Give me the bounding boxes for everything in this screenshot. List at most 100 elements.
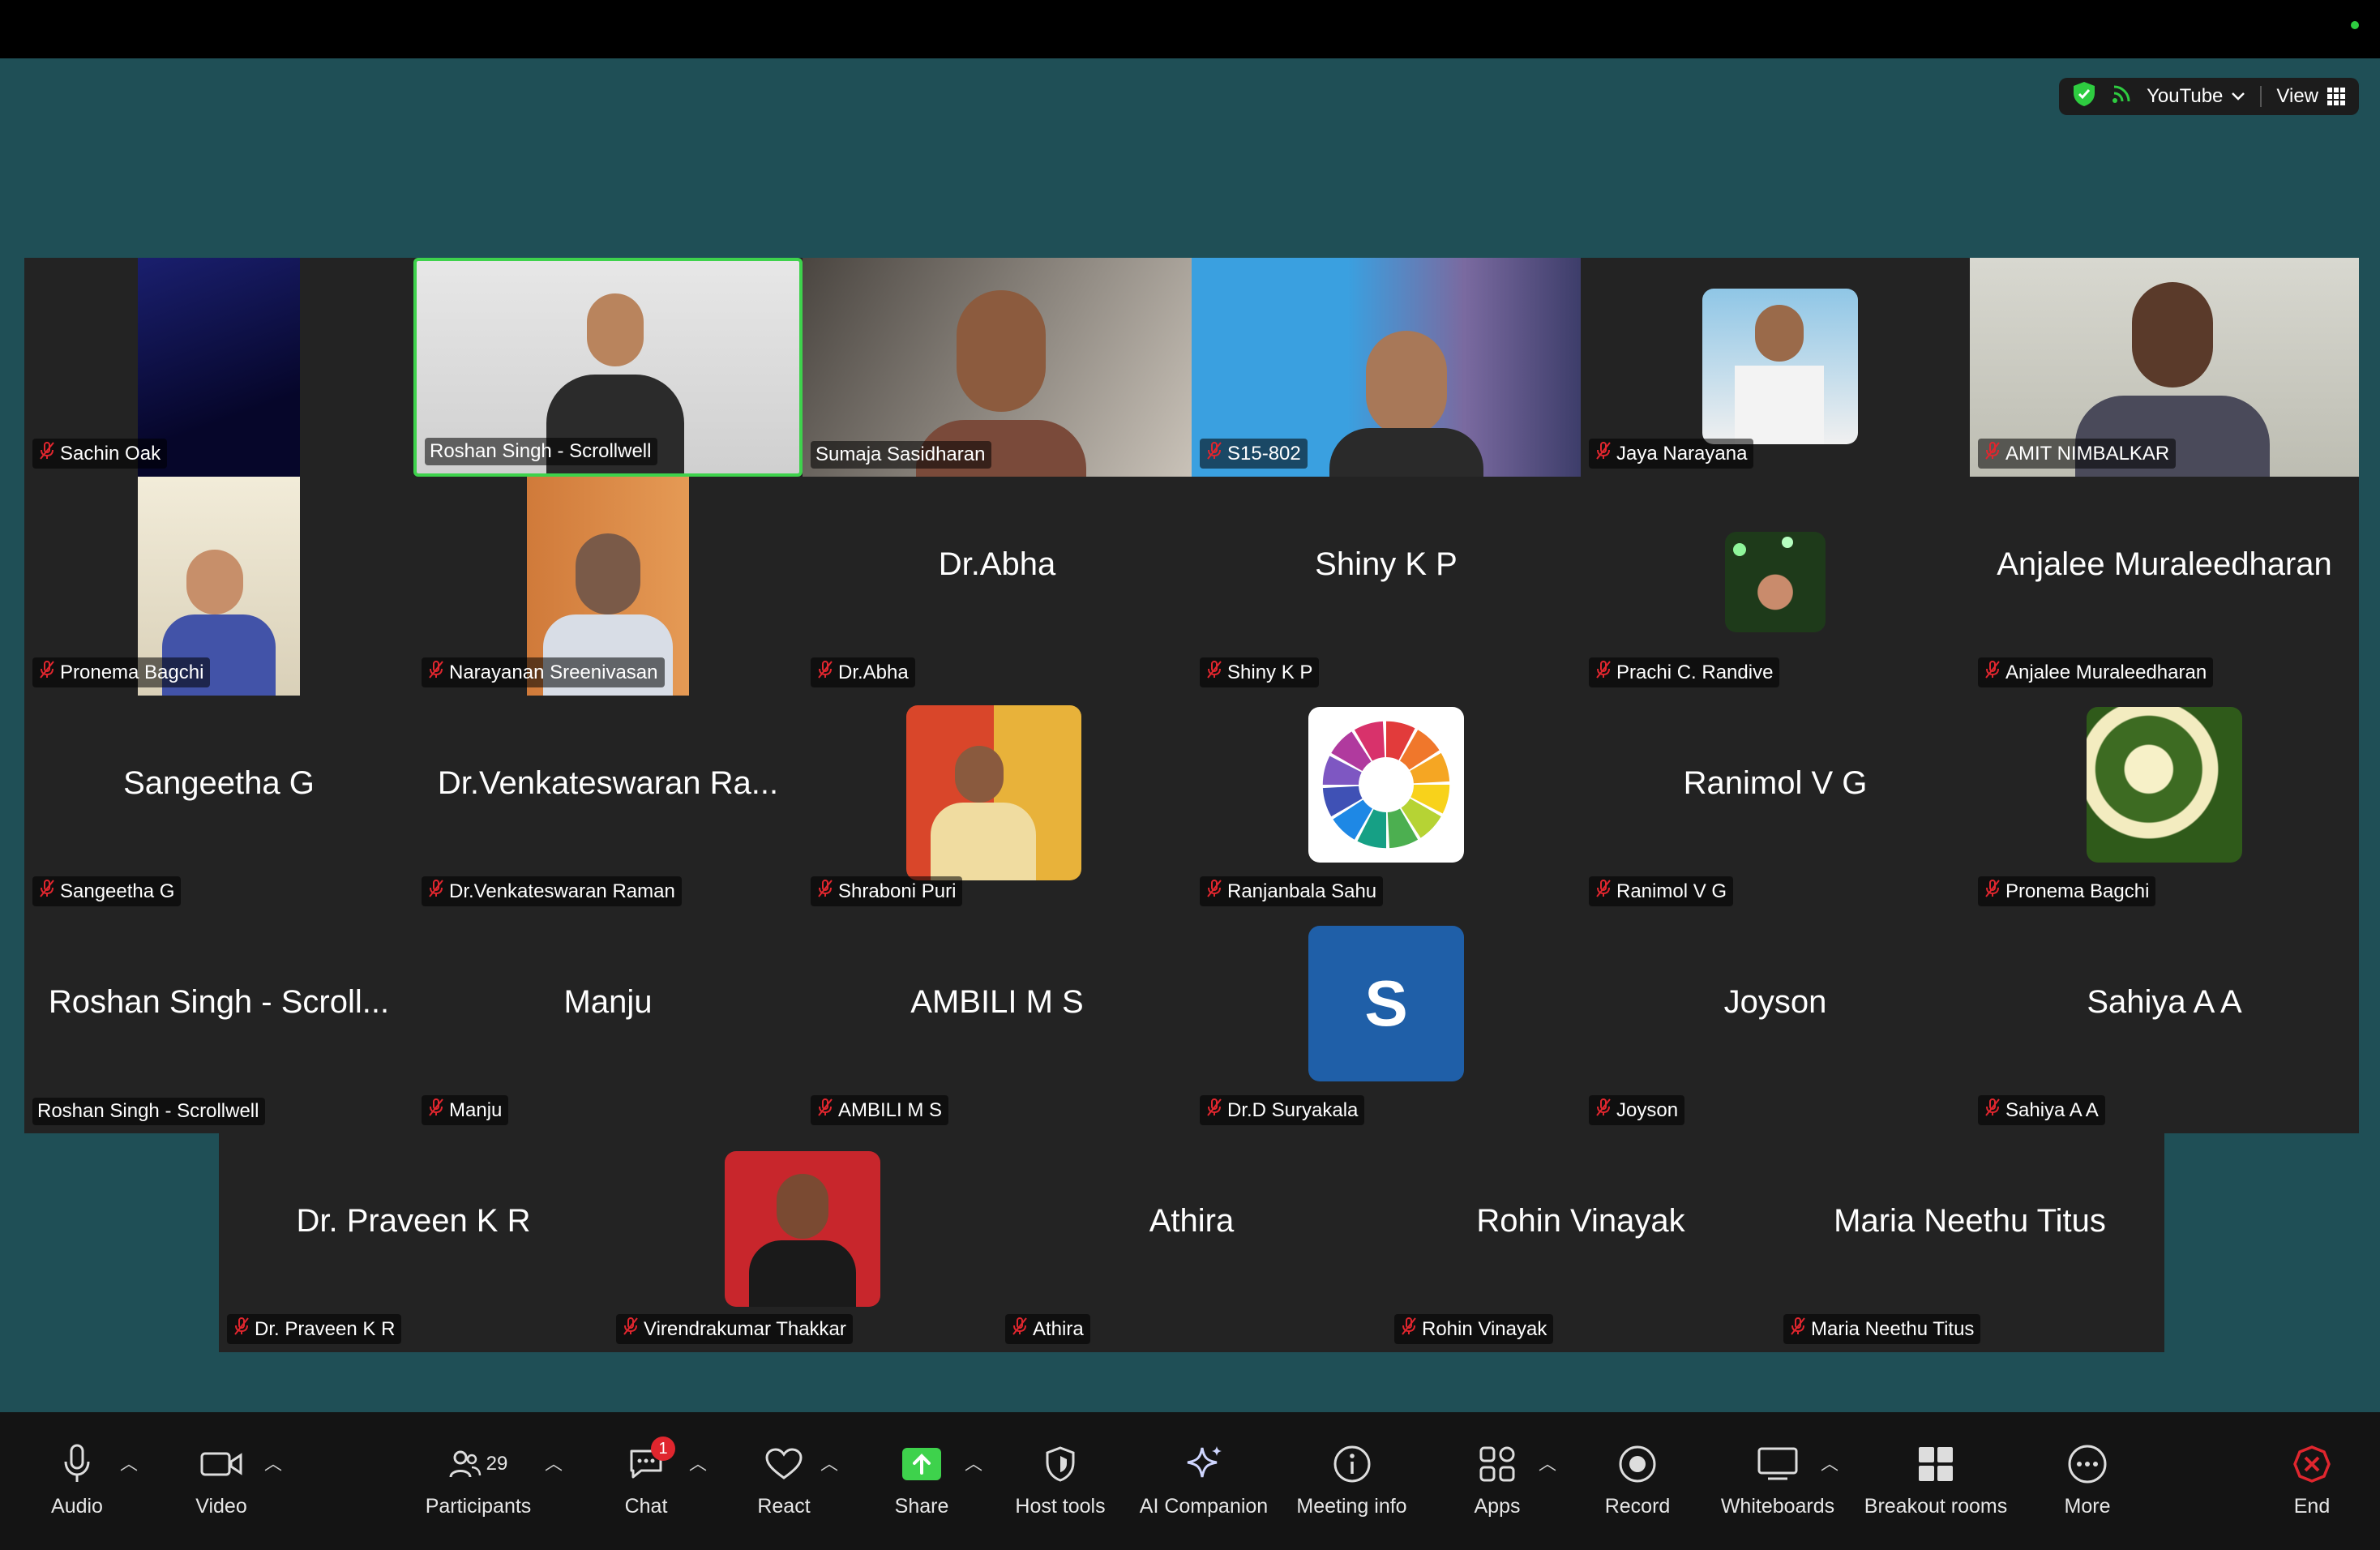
participant-name-label: Dr. Praveen K R: [227, 1314, 402, 1344]
participants-button[interactable]: 29 Participants: [422, 1441, 535, 1518]
avatar: [2087, 707, 2242, 863]
participant-tile[interactable]: AMBILI M S AMBILI M S: [803, 914, 1192, 1133]
participant-tile[interactable]: Sangeetha G Sangeetha G: [24, 696, 413, 914]
participant-tile[interactable]: Sumaja Sasidharan: [803, 258, 1192, 477]
participant-name: Anjalee Muraleedharan: [2005, 661, 2207, 683]
participant-display-name: Athira: [1149, 1202, 1235, 1239]
participant-name: AMIT NIMBALKAR: [2005, 442, 2170, 465]
muted-microphone-icon: [1205, 879, 1224, 904]
audio-button[interactable]: Audio: [49, 1441, 105, 1518]
participant-name: Shraboni Puri: [838, 880, 957, 902]
participant-name-label: Virendrakumar Thakkar: [616, 1314, 853, 1344]
participant-tile[interactable]: Rohin Vinayak Rohin Vinayak: [1386, 1133, 1775, 1352]
meeting-info-button[interactable]: Meeting info: [1293, 1441, 1410, 1518]
participant-tile[interactable]: Joyson Joyson: [1581, 914, 1970, 1133]
participant-name-label: Pronema Bagchi: [32, 657, 211, 687]
breakout-rooms-button[interactable]: Breakout rooms: [1863, 1441, 2009, 1518]
participant-tile[interactable]: Pronema Bagchi: [1970, 696, 2359, 914]
participant-tile[interactable]: Dr.Venkateswaran Ra... Dr.Venkateswaran R…: [413, 696, 803, 914]
participant-name: Sumaja Sasidharan: [815, 443, 986, 465]
participant-tile[interactable]: Manju Manju: [413, 914, 803, 1133]
youtube-label: YouTube: [2147, 85, 2224, 107]
ai-companion-button[interactable]: AI Companion: [1135, 1441, 1273, 1518]
encryption-shield-icon[interactable]: [2072, 81, 2096, 113]
participants-label: Participants: [425, 1495, 532, 1518]
participant-name: Virendrakumar Thakkar: [644, 1317, 846, 1340]
host-tools-button[interactable]: Host tools: [1012, 1441, 1109, 1518]
apps-icon: [1479, 1446, 1515, 1482]
view-button[interactable]: View: [2276, 85, 2346, 108]
participant-display-name: Shiny K P: [1315, 546, 1458, 582]
participant-tile[interactable]: S Dr.D Suryakala: [1192, 914, 1581, 1133]
participant-tile[interactable]: Pronema Bagchi: [24, 477, 413, 696]
participant-tile[interactable]: Anjalee Muraleedharan Anjalee Muraleedhar…: [1970, 477, 2359, 696]
participants-icon: [449, 1450, 481, 1478]
participant-tile[interactable]: AMIT NIMBALKAR: [1970, 258, 2359, 477]
participant-name: Roshan Singh - Scrollwell: [430, 440, 652, 462]
participant-display-name: Dr.Venkateswaran Ra...: [437, 764, 779, 801]
participant-tile[interactable]: Ranimol V G Ranimol V G: [1581, 696, 1970, 914]
end-button[interactable]: End: [2284, 1441, 2340, 1518]
participant-name-label: Ranjanbala Sahu: [1200, 876, 1384, 906]
participant-name-label: Sachin Oak: [32, 439, 168, 469]
video-options-caret[interactable]: ︿: [264, 1449, 282, 1475]
participant-tile[interactable]: Narayanan Sreenivasan: [413, 477, 803, 696]
participants-options-caret[interactable]: ︿: [545, 1449, 563, 1475]
participant-tile[interactable]: Shraboni Puri: [803, 696, 1192, 914]
participant-tile[interactable]: Virendrakumar Thakkar: [608, 1133, 997, 1352]
participant-tile[interactable]: Dr.Abha Dr.Abha: [803, 477, 1192, 696]
muted-microphone-icon: [1594, 660, 1613, 685]
share-button[interactable]: Share: [893, 1441, 950, 1518]
audio-options-caret[interactable]: ︿: [120, 1449, 138, 1475]
participant-name: Sahiya A A: [2005, 1098, 2099, 1121]
record-button[interactable]: Record: [1605, 1441, 1670, 1518]
apps-button[interactable]: Apps: [1469, 1441, 1526, 1518]
participant-tile[interactable]: Sahiya A A Sahiya A A: [1970, 914, 2359, 1133]
chat-options-caret[interactable]: ︿: [689, 1449, 707, 1475]
participant-name-label: Shraboni Puri: [811, 876, 963, 906]
react-button[interactable]: React: [756, 1441, 812, 1518]
apps-label: Apps: [1474, 1495, 1521, 1518]
participant-tile[interactable]: Maria Neethu Titus Maria Neethu Titus: [1775, 1133, 2164, 1352]
end-label: End: [2293, 1495, 2331, 1518]
participant-name: Athira: [1033, 1317, 1084, 1340]
participant-display-name: Sahiya A A: [2087, 983, 2242, 1020]
participant-tile[interactable]: Roshan Singh - Scrollwell: [413, 258, 803, 477]
whiteboards-options-caret[interactable]: ︿: [1821, 1449, 1839, 1475]
microphone-icon: [64, 1444, 90, 1482]
muted-microphone-icon: [1594, 879, 1613, 904]
apps-options-caret[interactable]: ︿: [1539, 1449, 1556, 1475]
meeting-toolbar: Audio ︿ Video ︿ 29 Participants ︿ 1 Chat…: [0, 1412, 2380, 1550]
host-tools-label: Host tools: [1015, 1495, 1106, 1518]
chevron-down-icon: [2232, 92, 2245, 101]
muted-microphone-icon: [1983, 879, 2002, 904]
participant-tile[interactable]: Prachi C. Randive: [1581, 477, 1970, 696]
participant-name-label: Sahiya A A: [1978, 1095, 2105, 1125]
participant-name-label: Joyson: [1589, 1095, 1685, 1125]
share-options-caret[interactable]: ︿: [965, 1449, 982, 1475]
participant-tile[interactable]: Jaya Narayana: [1581, 258, 1970, 477]
participant-name: Dr. Praveen K R: [255, 1317, 396, 1340]
participant-name-label: Dr.Venkateswaran Raman: [422, 876, 682, 906]
more-button[interactable]: More: [2059, 1441, 2116, 1518]
participant-tile[interactable]: S15-802: [1192, 258, 1581, 477]
muted-microphone-icon: [37, 879, 57, 904]
participant-tile[interactable]: Dr. Praveen K R Dr. Praveen K R: [219, 1133, 608, 1352]
participant-name: Dr.D Suryakala: [1227, 1098, 1359, 1121]
participant-tile[interactable]: Shiny K P Shiny K P: [1192, 477, 1581, 696]
react-label: React: [757, 1495, 811, 1518]
participant-name-label: Anjalee Muraleedharan: [1978, 657, 2214, 687]
video-button[interactable]: Video: [193, 1441, 250, 1518]
participant-tile[interactable]: Athira Athira: [997, 1133, 1386, 1352]
participant-tile[interactable]: Roshan Singh - Scroll... Roshan Singh - S…: [24, 914, 413, 1133]
participant-tile[interactable]: Ranjanbala Sahu: [1192, 696, 1581, 914]
youtube-dropdown[interactable]: YouTube: [2147, 85, 2245, 108]
camera-indicator-dot: [2351, 21, 2359, 29]
shield-icon: [1046, 1446, 1075, 1482]
window-titlebar: [0, 0, 2380, 58]
participant-name-label: Ranimol V G: [1589, 876, 1734, 906]
react-options-caret[interactable]: ︿: [820, 1449, 838, 1475]
participant-tile[interactable]: Sachin Oak: [24, 258, 413, 477]
gallery-row: Roshan Singh - Scroll... Roshan Singh - S…: [24, 914, 2359, 1133]
chat-button[interactable]: 1 Chat: [618, 1437, 675, 1518]
